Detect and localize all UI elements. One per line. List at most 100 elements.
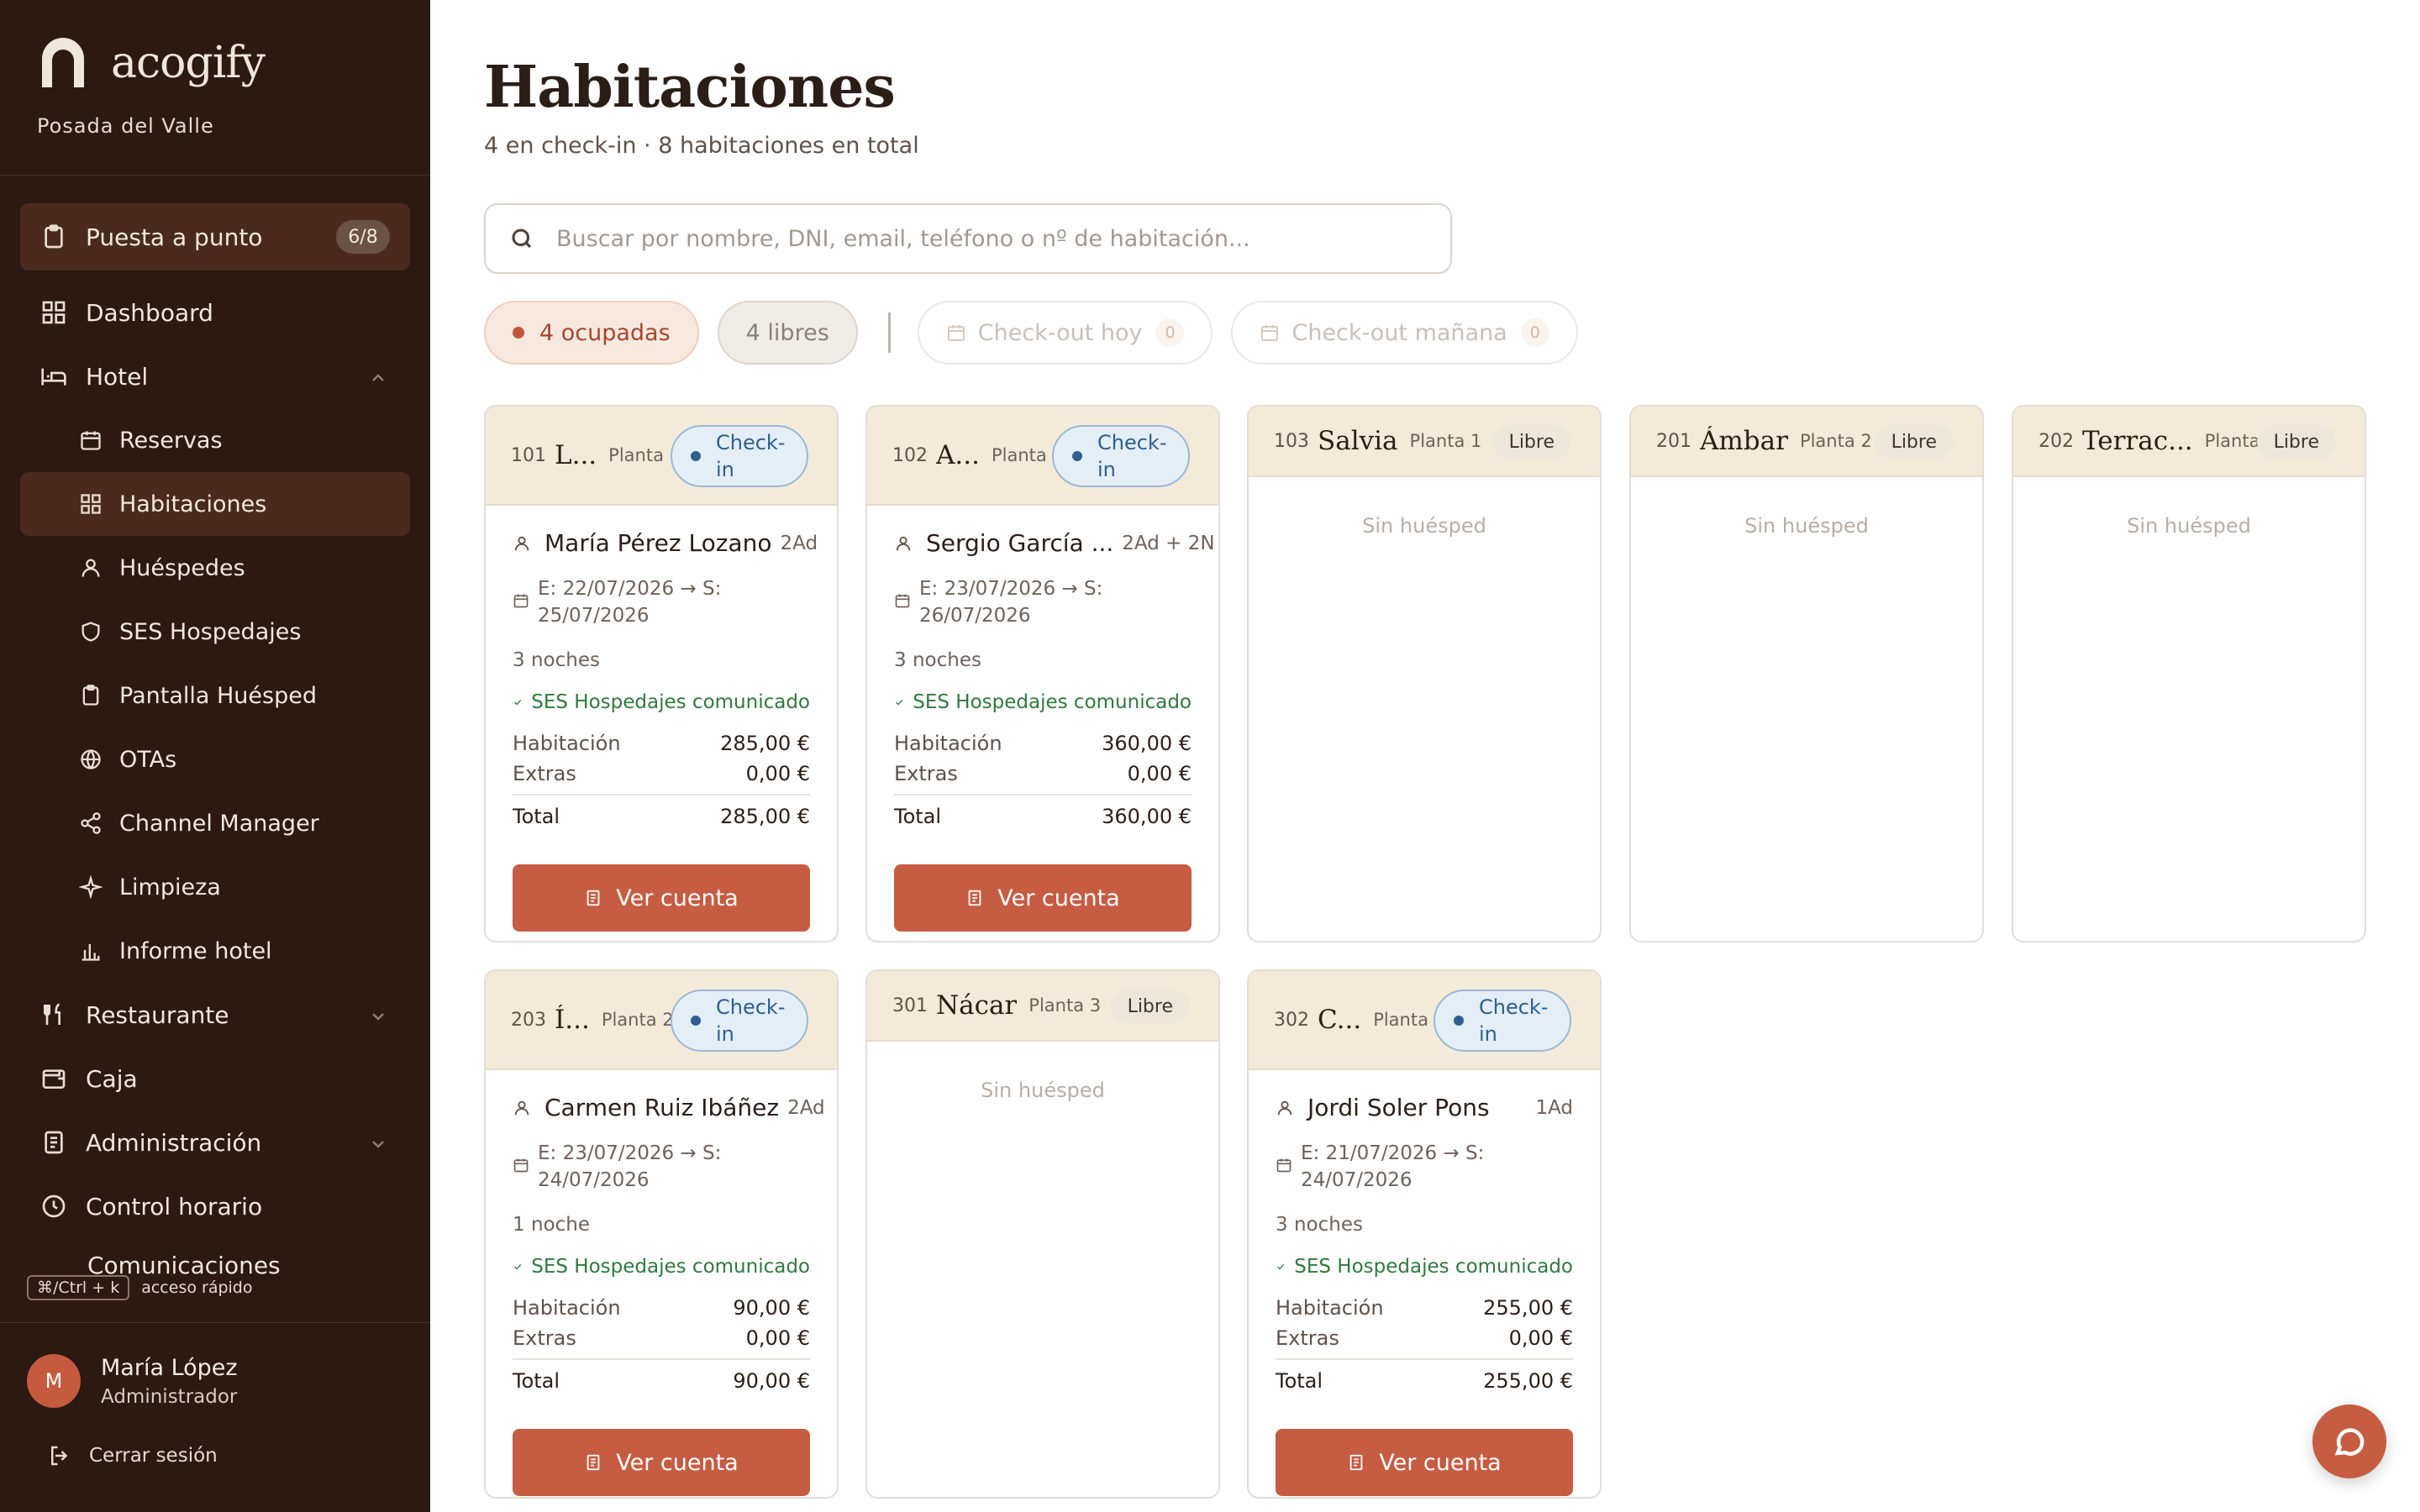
sidebar-item-channel-manager[interactable]: Channel Manager	[20, 791, 410, 855]
sidebar-item-caja[interactable]: Caja	[20, 1047, 410, 1110]
billing-label: Habitación	[894, 732, 1002, 755]
room-name: A...	[936, 440, 980, 470]
billing-label: Habitación	[513, 732, 621, 755]
room-name: Í...	[555, 1005, 590, 1035]
view-account-label: Ver cuenta	[1379, 1449, 1502, 1476]
status-dot-icon	[691, 1016, 701, 1026]
search-input[interactable]	[556, 225, 1397, 252]
view-account-label: Ver cuenta	[997, 885, 1120, 911]
sidebar-item-huespedes[interactable]: Huéspedes	[20, 536, 410, 600]
occupied-dot-icon	[513, 327, 524, 339]
billing-row-total: Total 285,00 €	[513, 794, 810, 832]
sidebar-item-pantalla-huesped[interactable]: Pantalla Huésped	[20, 664, 410, 727]
billing-label: Total	[513, 805, 560, 828]
sidebar-item-label: Hotel	[86, 362, 149, 391]
sidebar-item-ses-hospedajes[interactable]: SES Hospedajes	[20, 600, 410, 664]
room-floor: Planta 3	[1028, 995, 1102, 1016]
status-label: Check-in	[716, 995, 786, 1046]
room-name: Nácar	[936, 990, 1018, 1021]
bar-chart-icon	[79, 939, 103, 963]
sidebar-item-habitaciones[interactable]: Habitaciones	[20, 472, 410, 536]
billing-row-extras: Extras 0,00 €	[894, 759, 1192, 789]
filter-occupied[interactable]: 4 ocupadas	[484, 301, 699, 365]
sidebar-item-comunicaciones[interactable]: Comunicaciones	[0, 1231, 430, 1282]
sidebar-item-label: Informe hotel	[119, 937, 272, 964]
empty-guest-label: Sin huésped	[1744, 514, 1869, 538]
user-profile[interactable]: M María López Administrador	[27, 1354, 238, 1408]
billing-value: 255,00 €	[1483, 1296, 1573, 1320]
room-number: 203	[511, 1009, 546, 1031]
stay-dates-text: E: 23/07/2026 → S: 26/07/2026	[919, 578, 1103, 627]
page-subtitle: 4 en check-in · 8 habitaciones en total	[484, 133, 919, 159]
billing-row-extras: Extras 0,00 €	[1276, 1323, 1573, 1353]
sidebar-item-administracion[interactable]: Administración	[20, 1110, 410, 1174]
guest-name[interactable]: Carmen Ruiz Ibáñez	[513, 1094, 779, 1121]
chevron-down-icon[interactable]	[368, 1132, 388, 1152]
sidebar-item-limpieza[interactable]: Limpieza	[20, 855, 410, 919]
document-icon	[40, 1129, 67, 1156]
sidebar-item-setup[interactable]: Puesta a punto 6/8	[20, 203, 410, 270]
receipt-icon	[968, 890, 981, 906]
guest-name-text: Jordi Soler Pons	[1307, 1094, 1490, 1121]
sidebar-item-dashboard[interactable]: Dashboard	[20, 281, 410, 344]
billing-row-room: Habitación 255,00 €	[1276, 1293, 1573, 1323]
sidebar-item-label: Limpieza	[119, 874, 221, 900]
view-account-button[interactable]: Ver cuenta	[1276, 1429, 1573, 1496]
chevron-down-icon[interactable]	[368, 1005, 388, 1025]
nights-count: 3 noches	[894, 649, 981, 671]
sidebar-item-informe-hotel[interactable]: Informe hotel	[20, 919, 410, 983]
billing-row-extras: Extras 0,00 €	[513, 759, 810, 789]
sidebar-item-hotel[interactable]: Hotel	[20, 344, 410, 408]
chevron-up-icon[interactable]	[368, 366, 388, 386]
logout-button[interactable]: Cerrar sesión	[47, 1443, 218, 1468]
search-icon	[512, 228, 532, 249]
room-card[interactable]: 301 Nácar Planta 3 Libre Sin huésped	[865, 969, 1220, 1499]
billing-summary: Habitación 285,00 € Extras 0,00 € Total …	[513, 728, 810, 832]
view-account-button[interactable]: Ver cuenta	[894, 864, 1192, 932]
guest-name[interactable]: María Pérez Lozano	[513, 529, 771, 557]
status-label: Check-in	[716, 431, 786, 481]
guest-name[interactable]: Jordi Soler Pons	[1276, 1094, 1490, 1121]
sidebar-item-label: Huéspedes	[119, 554, 245, 581]
filter-checkout-tomorrow[interactable]: Check-out mañana 0	[1231, 301, 1578, 365]
chat-bubble-icon	[2334, 1428, 2365, 1456]
room-card[interactable]: 302 C... Planta 3 Check-in Jordi Soler P…	[1247, 969, 1602, 1499]
sidebar-item-otas[interactable]: OTAs	[20, 727, 410, 791]
ses-status-text: SES Hospedajes comunicado	[913, 691, 1192, 713]
setup-progress-badge: 6/8	[336, 220, 390, 254]
billing-summary: Habitación 90,00 € Extras 0,00 € Total 9…	[513, 1293, 810, 1397]
room-card[interactable]: 202 Terrac... Planta 2 Libre Sin huésped	[2012, 405, 2366, 942]
guest-name[interactable]: Sergio García ...	[894, 529, 1113, 557]
user-icon	[896, 536, 911, 550]
filter-separator	[887, 312, 891, 353]
room-name: L...	[555, 440, 597, 470]
shortcut-keys: ⌘/Ctrl + k	[27, 1275, 130, 1300]
billing-value: 0,00 €	[1508, 1326, 1573, 1350]
calendar-icon	[1261, 325, 1279, 341]
brand[interactable]: acogify	[37, 37, 266, 89]
billing-label: Extras	[513, 1326, 576, 1350]
sidebar-divider	[0, 175, 430, 176]
filter-checkout-today[interactable]: Check-out hoy 0	[917, 301, 1213, 365]
sidebar-item-restaurante[interactable]: Restaurante	[20, 983, 410, 1047]
room-card[interactable]: 203 Í... Planta 2 Check-in Carmen Ruiz I…	[484, 969, 839, 1499]
globe-icon	[79, 748, 103, 771]
billing-row-extras: Extras 0,00 €	[513, 1323, 810, 1353]
room-card[interactable]: 101 L... Planta 1 Check-in María Pérez L…	[484, 405, 839, 942]
sidebar-item-control-horario[interactable]: Control horario	[20, 1174, 410, 1238]
room-card[interactable]: 102 A... Planta 1 Check-in Sergio García…	[865, 405, 1220, 942]
ses-status: SES Hospedajes comunicado	[1276, 1256, 1573, 1278]
chat-button[interactable]	[2312, 1404, 2386, 1478]
room-card-header: 201 Ámbar Planta 2 Libre	[1631, 407, 1982, 477]
stay-dates: E: 21/07/2026 → S: 24/07/2026	[1276, 1140, 1573, 1194]
search-box[interactable]	[484, 203, 1452, 274]
filter-free[interactable]: 4 libres	[717, 301, 858, 365]
view-account-button[interactable]: Ver cuenta	[513, 864, 810, 932]
room-card[interactable]: 201 Ámbar Planta 2 Libre Sin huésped	[1629, 405, 1984, 942]
room-card[interactable]: 103 Salvia Planta 1 Libre Sin huésped	[1247, 405, 1602, 942]
view-account-button[interactable]: Ver cuenta	[513, 1429, 810, 1496]
status-dot-icon	[1072, 451, 1082, 461]
user-role: Administrador	[101, 1385, 238, 1408]
sidebar-item-reservas[interactable]: Reservas	[20, 408, 410, 472]
ses-status: SES Hospedajes comunicado	[513, 1256, 810, 1278]
